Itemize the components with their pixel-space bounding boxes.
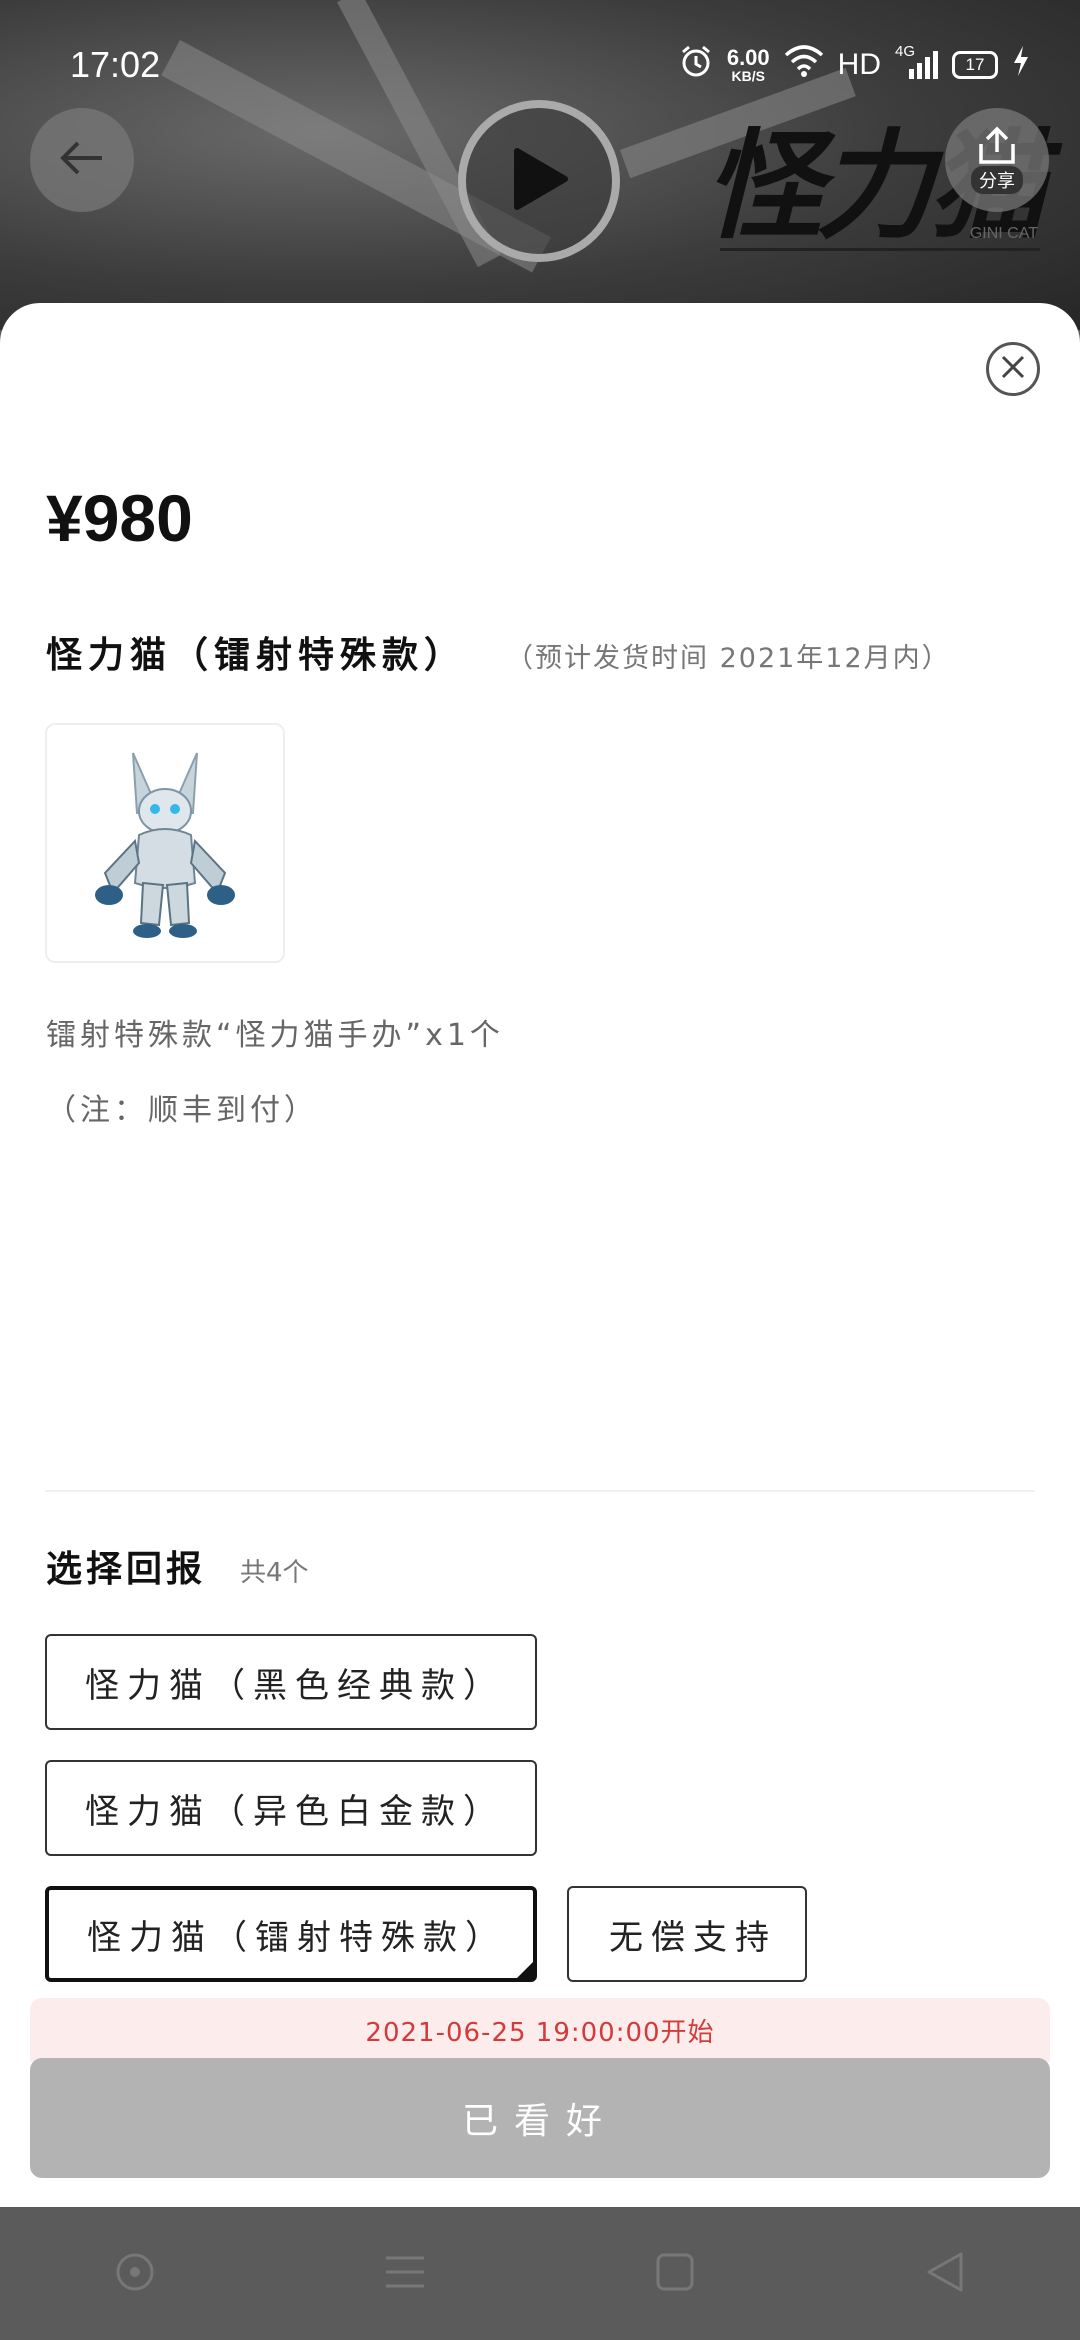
dot-circle-icon: [115, 2252, 155, 2296]
figure-image: [95, 752, 235, 938]
reward-description: 镭射特殊款“怪力猫手办”x1个: [46, 1018, 504, 1053]
brand-underline: [720, 248, 1040, 251]
arrow-left-icon: [58, 138, 106, 182]
shipping-note: （预计发货时间 2021年12月内）: [506, 643, 951, 674]
reward-note: （注：顺丰到付）: [46, 1093, 318, 1128]
play-video-button[interactable]: [458, 100, 620, 262]
triangle-back-icon: [925, 2250, 965, 2298]
price-label: ¥980: [46, 481, 193, 555]
reward-section-header: 选择回报 共4个: [46, 1540, 309, 1592]
close-icon: [1000, 354, 1026, 384]
nav-home-button[interactable]: [635, 2234, 715, 2314]
watch-later-button[interactable]: 已看好: [30, 2058, 1050, 2178]
section-title: 选择回报: [46, 1549, 207, 1590]
back-button[interactable]: [30, 108, 134, 212]
share-label: 分享: [971, 166, 1023, 194]
battery-icon: 17: [952, 51, 998, 79]
signal-icon: 4G: [895, 43, 938, 79]
nav-menu-button[interactable]: [365, 2234, 445, 2314]
status-time: 17:02: [70, 44, 161, 85]
nav-back-button[interactable]: [905, 2234, 985, 2314]
reward-option-black-classic[interactable]: 怪力猫（黑色经典款）: [45, 1634, 537, 1730]
reward-option-free-support[interactable]: 无偿支持: [567, 1886, 807, 1982]
option-label: 怪力猫（黑色经典款）: [85, 1665, 505, 1706]
option-label: 无偿支持: [609, 1917, 777, 1958]
status-icons: 6.00 KB/S HD 4G 17: [679, 43, 1030, 86]
net-speed: 6.00 KB/S: [726, 45, 770, 84]
play-icon: [509, 147, 569, 215]
alarm-icon: [679, 44, 713, 86]
wifi-icon: [784, 45, 824, 85]
menu-icon: [384, 2254, 426, 2294]
product-name: 怪力猫（镭射特殊款）: [46, 635, 467, 676]
square-icon: [655, 2252, 695, 2296]
system-nav-bar: [0, 2207, 1080, 2340]
reward-option-white-gold[interactable]: 怪力猫（异色白金款）: [45, 1760, 537, 1856]
product-title-row: 怪力猫（镭射特殊款） （预计发货时间 2021年12月内）: [46, 626, 951, 678]
option-label: 怪力猫（镭射特殊款）: [87, 1917, 507, 1958]
share-icon: [975, 126, 1019, 170]
close-sheet-button[interactable]: [986, 342, 1040, 396]
start-time-banner: 2021-06-25 19:00:00开始: [30, 1998, 1050, 2062]
reward-option-laser-special-selected[interactable]: 怪力猫（镭射特殊款）: [45, 1886, 537, 1982]
section-divider: [45, 1490, 1035, 1492]
share-button[interactable]: 分享: [945, 108, 1049, 212]
reward-count: 共4个: [240, 1558, 309, 1588]
hd-label: HD: [837, 48, 881, 81]
nav-assistant-button[interactable]: [95, 2234, 175, 2314]
charging-icon: [1012, 46, 1030, 84]
option-label: 怪力猫（异色白金款）: [85, 1791, 505, 1832]
brand-subtitle: GINI CAT: [969, 225, 1038, 242]
product-thumbnail[interactable]: [45, 723, 285, 963]
